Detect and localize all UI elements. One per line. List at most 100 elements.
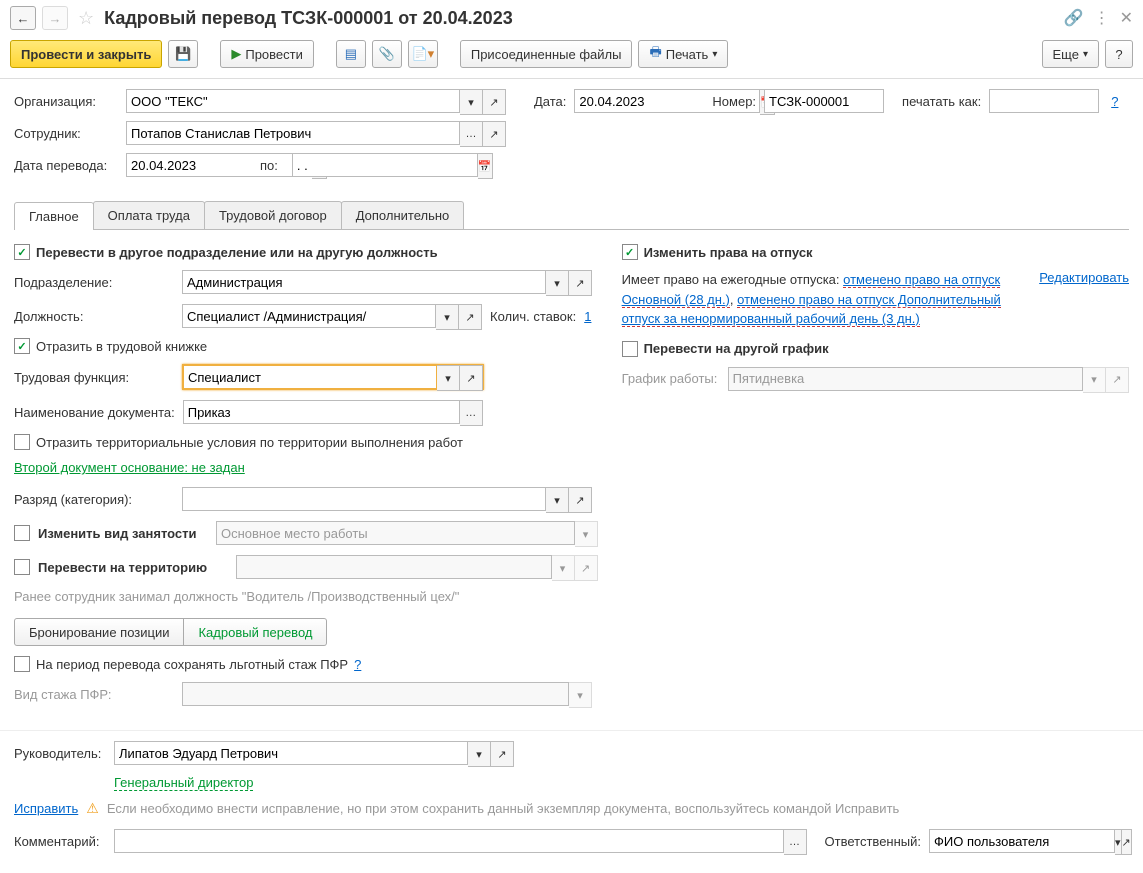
employee-label: Сотрудник: [14, 126, 114, 141]
employee-select[interactable]: … [460, 121, 483, 147]
manager-position-link[interactable]: Генеральный директор [114, 775, 253, 791]
attached-files-button[interactable]: Присоединенные файлы [460, 40, 633, 68]
position-input[interactable] [182, 304, 436, 328]
transfer-checkbox-label: Перевести в другое подразделение или на … [36, 245, 438, 260]
rates-link[interactable]: 1 [584, 309, 591, 324]
pfr-checkbox[interactable] [14, 656, 30, 672]
rank-open[interactable]: ↗ [569, 487, 592, 513]
previous-position: Ранее сотрудник занимал должность "Водит… [14, 589, 598, 604]
post-icon: ▶ [231, 46, 241, 62]
territory-cond-checkbox[interactable] [14, 434, 30, 450]
employee-open[interactable]: ↗ [483, 121, 506, 147]
vacation-text: Имеет право на ежегодные отпуска: [622, 272, 844, 287]
doc-button[interactable]: ▤ [336, 40, 366, 68]
rank-input[interactable] [182, 487, 546, 511]
manager-open[interactable]: ↗ [491, 741, 514, 767]
schedule-dropdown: ▾ [1083, 367, 1106, 393]
seg-booking[interactable]: Бронирование позиции [14, 618, 184, 646]
org-open[interactable]: ↗ [483, 89, 506, 115]
employment-input [216, 521, 575, 545]
pfr-type-input [182, 682, 569, 706]
print-button[interactable]: 🖶 Печать [638, 40, 728, 68]
print-as-input[interactable] [989, 89, 1099, 113]
responsible-label: Ответственный: [825, 834, 921, 849]
dept-open[interactable]: ↗ [569, 270, 592, 296]
vacation-edit[interactable]: Редактировать [1039, 270, 1129, 285]
doc-name-input[interactable] [183, 400, 460, 424]
warning-icon: ⚠ [86, 800, 99, 817]
doc-name-select[interactable]: … [460, 400, 483, 426]
fix-text: Если необходимо внести исправление, но п… [107, 801, 899, 816]
org-dropdown[interactable]: ▾ [460, 89, 483, 115]
func-open[interactable]: ↗ [460, 365, 483, 391]
position-dropdown[interactable]: ▾ [436, 304, 459, 330]
star-icon[interactable]: ☆ [78, 8, 94, 29]
seg-transfer[interactable]: Кадровый перевод [184, 618, 327, 646]
transfer-date-input[interactable] [126, 153, 312, 177]
number-input[interactable] [764, 89, 884, 113]
pfr-help[interactable]: ? [354, 657, 361, 672]
func-input[interactable] [183, 365, 437, 389]
employment-label: Изменить вид занятости [38, 526, 208, 541]
employee-input[interactable] [126, 121, 460, 145]
rank-dropdown[interactable]: ▾ [546, 487, 569, 513]
manager-dropdown[interactable]: ▾ [468, 741, 491, 767]
second-doc-link[interactable]: Второй документ основание: не задан [14, 460, 245, 475]
close-icon[interactable]: ✕ [1120, 8, 1133, 28]
pfr-type-label: Вид стажа ПФР: [14, 687, 174, 702]
tab-extra[interactable]: Дополнительно [341, 201, 465, 229]
tab-contract[interactable]: Трудовой договор [204, 201, 342, 229]
comment-select[interactable]: … [784, 829, 807, 855]
dept-input[interactable] [182, 270, 546, 294]
number-label: Номер: [712, 94, 756, 109]
territory-dropdown: ▾ [552, 555, 575, 581]
schedule-checkbox[interactable] [622, 341, 638, 357]
doc-name-label: Наименование документа: [14, 405, 175, 420]
labor-book-checkbox[interactable] [14, 338, 30, 354]
help-button[interactable]: ? [1105, 40, 1133, 68]
post-close-button[interactable]: Провести и закрыть [10, 40, 162, 68]
fix-link[interactable]: Исправить [14, 801, 78, 816]
territory-open: ↗ [575, 555, 598, 581]
territory-checkbox[interactable] [14, 559, 30, 575]
territory-label: Перевести на территорию [38, 560, 228, 575]
transfer-date-label: Дата перевода: [14, 158, 114, 173]
vacation-checkbox[interactable] [622, 244, 638, 260]
transfer-checkbox[interactable] [14, 244, 30, 260]
create-based-button[interactable]: 📄▾ [408, 40, 438, 68]
menu-icon[interactable]: ⋮ [1094, 8, 1110, 28]
schedule-input [728, 367, 1083, 391]
territory-cond-label: Отразить территориальные условия по терр… [36, 435, 463, 450]
comment-input[interactable] [114, 829, 784, 853]
employment-checkbox[interactable] [14, 525, 30, 541]
attach-button[interactable]: 📎 [372, 40, 402, 68]
back-button[interactable]: ← [10, 6, 36, 30]
responsible-open[interactable]: ↗ [1122, 829, 1132, 855]
link-icon[interactable]: 🔗 [1064, 8, 1084, 28]
print-as-help[interactable]: ? [1111, 94, 1118, 109]
tab-main[interactable]: Главное [14, 202, 94, 230]
position-open[interactable]: ↗ [459, 304, 482, 330]
forward-button[interactable]: → [42, 6, 68, 30]
tab-pay[interactable]: Оплата труда [93, 201, 205, 229]
rates-label: Колич. ставок: [490, 309, 576, 324]
printer-icon: 🖶 [649, 43, 661, 65]
comment-label: Комментарий: [14, 834, 106, 849]
territory-input [236, 555, 552, 579]
window-title: Кадровый перевод ТСЗК-000001 от 20.04.20… [104, 8, 1058, 29]
func-label: Трудовая функция: [14, 370, 174, 385]
to-date-cal[interactable]: 📅 [478, 153, 493, 179]
to-date-input[interactable] [292, 153, 478, 177]
post-button[interactable]: ▶ Провести [220, 40, 314, 68]
manager-input[interactable] [114, 741, 468, 765]
org-input[interactable] [126, 89, 460, 113]
responsible-input[interactable] [929, 829, 1115, 853]
schedule-open: ↗ [1106, 367, 1129, 393]
folder-arrow-icon: 📄▾ [412, 46, 435, 62]
schedule-check-label: Перевести на другой график [644, 341, 829, 356]
save-button[interactable]: 💾 [168, 40, 198, 68]
more-button[interactable]: Еще [1042, 40, 1099, 68]
func-dropdown[interactable]: ▾ [437, 365, 460, 391]
dept-dropdown[interactable]: ▾ [546, 270, 569, 296]
date-label: Дата: [534, 94, 566, 109]
